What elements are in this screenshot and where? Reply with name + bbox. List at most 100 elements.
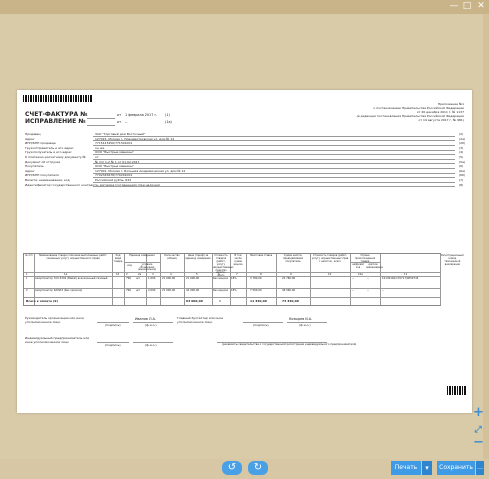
close-button[interactable]: ✕: [474, 1, 488, 12]
header-note: Приложение №1 к постановлению Правительс…: [357, 102, 464, 122]
title-paren: (1): [165, 113, 170, 117]
country-code-subheader: цифровой код: [352, 263, 364, 269]
field-number: (6): [459, 164, 464, 169]
table-cell-price: 21 000,00: [162, 277, 176, 280]
table-cell-excise: без акциза: [213, 277, 228, 280]
table-cell-excise: без акциза: [213, 288, 228, 292]
more-icon: …: [477, 464, 483, 471]
head-signature-label: Руководитель организации или иное уполно…: [25, 316, 84, 324]
field-number: (5а): [459, 159, 466, 164]
correction-paren: (1а): [165, 120, 172, 124]
zoom-in-button[interactable]: +: [473, 406, 484, 419]
save-button[interactable]: Сохранить: [437, 461, 475, 475]
field-number: (6а): [459, 168, 466, 173]
field-number: (7): [459, 178, 464, 182]
unit-code-subheader: код: [127, 264, 132, 267]
table-index-cell: 7: [236, 272, 238, 276]
accountant-fio-caption: (ф.и.о.): [299, 323, 311, 327]
window-titlebar: — □ ✕: [0, 0, 489, 14]
table-header-divider: [24, 272, 440, 273]
table-index-cell: 2: [126, 272, 128, 276]
field-number: (2): [459, 132, 464, 136]
title-number-line: [87, 118, 115, 119]
print-dropdown-button[interactable]: ▾: [422, 461, 432, 475]
table-index-cell: 2а: [138, 272, 142, 276]
table-index-cell: 1а: [64, 272, 68, 276]
field-underline: [93, 158, 455, 160]
correction-from: от: [117, 120, 122, 124]
field-label: Адрес: [25, 168, 35, 173]
table-cell-sum_with_tax: 49 560,00: [282, 288, 296, 292]
ip-sign-caption: (подпись): [105, 343, 121, 347]
table-index-cell: 1: [26, 272, 28, 276]
table-cell-rate: 18%: [231, 277, 237, 280]
field-label: Адрес: [25, 136, 35, 141]
table-header-cell: Единица измерения: [129, 254, 155, 257]
invoice-page: Приложение №1 к постановлению Правительс…: [17, 90, 472, 413]
table-cell-unit_code: 796: [126, 288, 131, 292]
table-cell-gtd: 10130140/170717/0059745: [382, 277, 419, 280]
table-cell-sum_no_tax: 21 000,00: [186, 277, 200, 280]
table-index-cell: 9: [290, 272, 292, 276]
table-cell-tax: 3 780,00: [250, 277, 262, 280]
table-cell-unit_name: шт: [136, 288, 140, 292]
table-index-cell: 4: [170, 272, 172, 276]
head-fio-caption: (ф.и.о.): [145, 323, 157, 327]
field-label: ИНН/КПП продавца: [25, 141, 56, 146]
vertical-scrollbar[interactable]: [483, 14, 489, 459]
correction-title: ИСПРАВЛЕНИЕ №: [25, 118, 86, 125]
field-label: Покупатель: [25, 164, 44, 169]
field-label: Продавец: [25, 132, 41, 136]
rotate-left-button[interactable]: ↺: [222, 461, 242, 475]
field-number: (8): [459, 182, 464, 187]
field-underline: [93, 149, 455, 151]
table-row-divider: [24, 297, 440, 298]
maximize-button[interactable]: □: [460, 1, 474, 12]
head-name: Иванов Л.А.: [135, 317, 157, 321]
rotate-right-icon: ↻: [253, 462, 263, 473]
accountant-sign-caption: (подпись): [253, 323, 269, 327]
field-number: (5): [459, 155, 464, 159]
head-sign-caption: (подпись): [105, 323, 121, 327]
save-more-button[interactable]: …: [476, 461, 484, 475]
table-header-cell: Код вида товара: [113, 254, 123, 263]
zoom-out-button[interactable]: −: [473, 436, 484, 449]
table-total-label: Всего к оплате (9): [26, 299, 58, 303]
table-cell-name: Амортизатор КАМАЗ (без окраски): [35, 288, 83, 292]
header-note-line: от 19 августа 2017 г. № 981): [418, 118, 465, 122]
table-index-cell: 10а: [358, 272, 363, 276]
country-name-subheader: краткое наименование: [366, 263, 383, 269]
ip-signature-label: Индивидуальный предприниматель или иное …: [25, 336, 90, 344]
rotate-right-button[interactable]: ↻: [248, 461, 268, 475]
field-underline: [93, 186, 455, 188]
table-total-with-tax: 74 340,00: [282, 299, 299, 303]
minimize-button[interactable]: —: [447, 1, 461, 12]
table-total-no-tax: 63 000,00: [186, 299, 203, 303]
table-header-cell: № п/п: [25, 254, 33, 257]
items-table: № п/п Наименование товара (описание выпол…: [23, 253, 464, 306]
table-cell-country_name: --: [367, 277, 369, 280]
table-header-cell: Регистрационный номер таможенной деклара…: [441, 254, 464, 266]
table-cell-rate: 18%: [231, 288, 237, 292]
table-index-cell: 11: [404, 272, 408, 276]
title-date: 1 февраля 2017 г.: [125, 113, 158, 117]
field-label: К платежно-расчетному документу №: [25, 155, 86, 159]
field-underline: [93, 172, 455, 174]
table-index-cell: 3: [152, 272, 154, 276]
document-viewer[interactable]: Приложение №1 к постановлению Правительс…: [0, 14, 484, 459]
table-index-cell: 10: [328, 272, 332, 276]
table-index-cell: 6: [218, 272, 220, 276]
field-number: (2а): [459, 136, 466, 141]
table-cell-sum_with_tax: 24 780,00: [282, 277, 296, 280]
table-cell-country_code: --: [352, 277, 354, 280]
field-underline: [93, 145, 455, 146]
table-header-cell: Налоговая ставка: [249, 254, 273, 257]
table-cell-name: Амортизатор ГАЗ-3302 (Baikal) всесезонны…: [35, 277, 108, 280]
chevron-down-icon: ▾: [425, 464, 429, 472]
table-cell-unit_name: шт: [136, 277, 140, 280]
title-from: от: [117, 113, 122, 117]
table-cell-tax: 7 560,00: [250, 288, 262, 292]
print-button[interactable]: Печать: [391, 461, 421, 475]
field-number: (6б): [459, 173, 466, 178]
table-index-cell: 5: [196, 272, 198, 276]
